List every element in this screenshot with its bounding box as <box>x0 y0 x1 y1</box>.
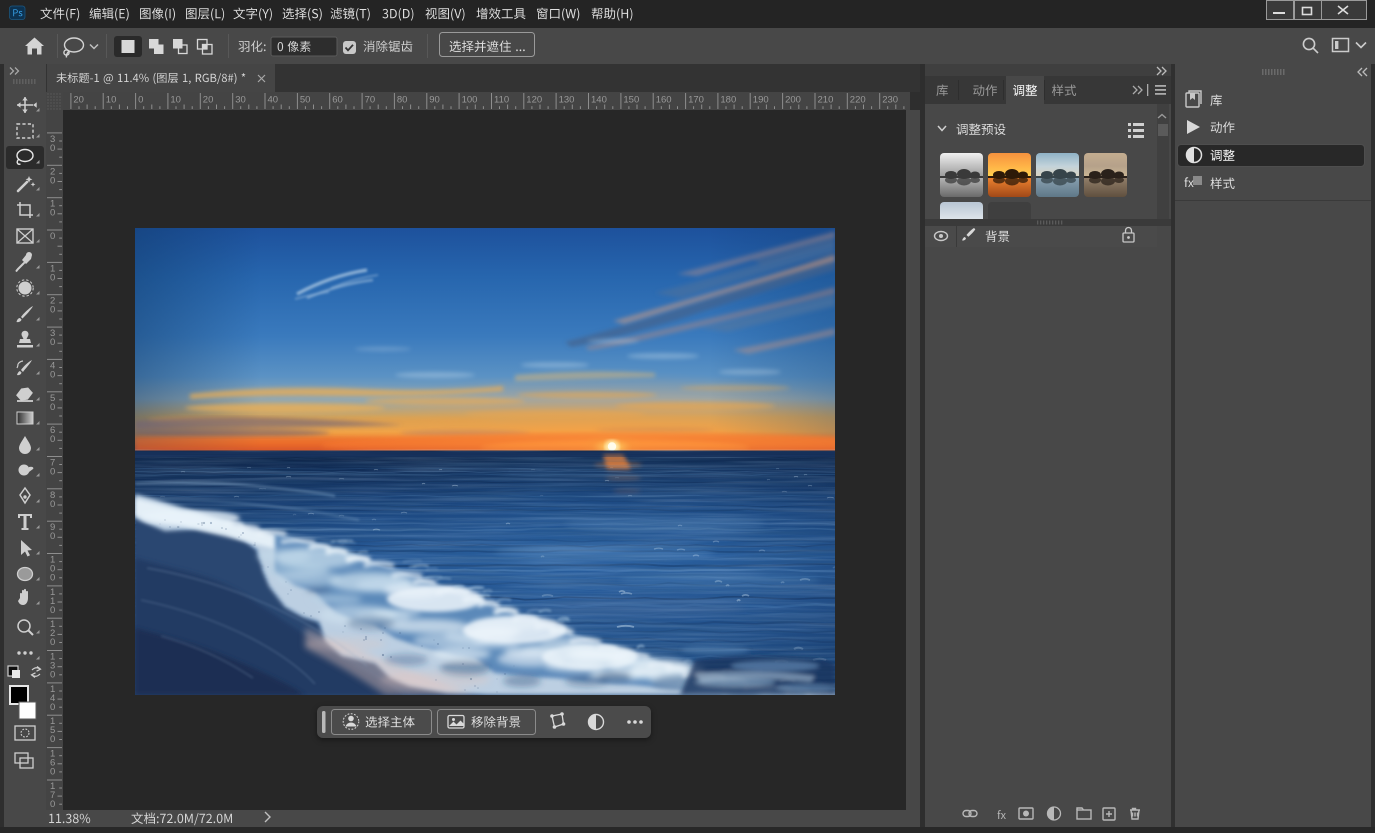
svg-text:0: 0 <box>50 499 55 510</box>
svg-text:0: 0 <box>50 531 55 542</box>
svg-text:0: 0 <box>50 605 55 616</box>
svg-text:0: 0 <box>50 467 55 478</box>
svg-text:140: 140 <box>591 95 607 106</box>
svg-text:130: 130 <box>559 95 575 106</box>
svg-text:20: 20 <box>203 95 214 106</box>
svg-text:0: 0 <box>50 175 55 186</box>
svg-text:70: 70 <box>365 95 376 106</box>
svg-text:220: 220 <box>850 95 866 106</box>
svg-text:50: 50 <box>300 95 311 106</box>
svg-text:100: 100 <box>462 95 478 106</box>
svg-text:0: 0 <box>50 369 55 380</box>
svg-text:0: 0 <box>50 637 55 648</box>
svg-text:0: 0 <box>50 434 55 445</box>
svg-text:0: 0 <box>50 208 55 219</box>
svg-text:0: 0 <box>50 231 55 242</box>
svg-text:0: 0 <box>50 337 55 348</box>
svg-text:0: 0 <box>50 143 55 154</box>
svg-text:0: 0 <box>50 767 55 778</box>
svg-text:0: 0 <box>50 734 55 745</box>
svg-text:40: 40 <box>268 95 279 106</box>
svg-text:210: 210 <box>818 95 834 106</box>
svg-text:230: 230 <box>882 95 898 106</box>
svg-text:20: 20 <box>73 95 84 106</box>
svg-text:0: 0 <box>50 305 55 316</box>
svg-text:0: 0 <box>50 799 55 810</box>
svg-text:0: 0 <box>50 702 55 713</box>
svg-text:0: 0 <box>50 670 55 681</box>
svg-text:160: 160 <box>656 95 672 106</box>
svg-text:80: 80 <box>397 95 408 106</box>
svg-text:10: 10 <box>106 95 117 106</box>
svg-text:0: 0 <box>50 402 55 413</box>
svg-text:0: 0 <box>138 95 143 106</box>
svg-text:0: 0 <box>50 272 55 283</box>
svg-text:190: 190 <box>753 95 769 106</box>
svg-text:30: 30 <box>235 95 246 106</box>
svg-text:180: 180 <box>720 95 736 106</box>
svg-text:200: 200 <box>785 95 801 106</box>
svg-text:150: 150 <box>623 95 639 106</box>
svg-text:0: 0 <box>50 573 55 584</box>
svg-text:60: 60 <box>332 95 343 106</box>
svg-text:110: 110 <box>494 95 509 106</box>
svg-text:10: 10 <box>170 95 181 106</box>
svg-text:90: 90 <box>429 95 440 106</box>
svg-text:170: 170 <box>688 95 704 106</box>
svg-text:120: 120 <box>526 95 542 106</box>
